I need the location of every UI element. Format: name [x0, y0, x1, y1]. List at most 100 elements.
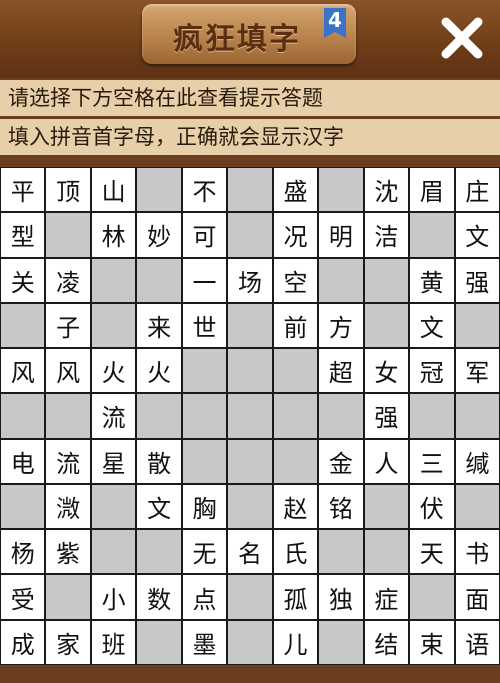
grid-cell[interactable]: 火 — [137, 349, 181, 393]
grid-cell[interactable]: 孤 — [273, 575, 318, 619]
grid-cell[interactable]: 世 — [182, 303, 227, 348]
grid-cell[interactable]: 数 — [137, 575, 181, 619]
grid-cell[interactable]: 凌 — [46, 258, 90, 302]
crossword-board: 平顶山不盛沈眉庄型林妙可况明洁文关凌一场空黄强子来世前方文风风火火超女冠军流强电… — [0, 167, 500, 665]
grid-cell[interactable]: 山 — [91, 168, 136, 212]
grid-cell[interactable]: 受 — [1, 575, 45, 619]
grid-cell[interactable]: 超 — [319, 349, 363, 393]
grid-cell[interactable]: 强 — [364, 394, 409, 438]
grid-cell[interactable]: 文 — [410, 303, 454, 348]
blocked-cell — [410, 575, 454, 619]
grid-cell[interactable]: 方 — [319, 303, 363, 348]
grid-cell[interactable]: 强 — [455, 258, 499, 302]
grid-cell[interactable]: 散 — [137, 439, 181, 483]
grid-cell[interactable]: 文 — [455, 213, 499, 257]
grid-cell[interactable]: 书 — [455, 530, 499, 574]
grid-cell[interactable]: 冠 — [410, 349, 454, 393]
blocked-cell — [410, 213, 454, 257]
grid-cell[interactable]: 星 — [91, 439, 136, 483]
blocked-cell — [228, 349, 272, 393]
close-button[interactable] — [438, 14, 486, 62]
grid-cell[interactable]: 胸 — [182, 484, 227, 529]
grid-cell[interactable]: 流 — [91, 394, 136, 438]
grid-cell[interactable]: 症 — [364, 575, 409, 619]
blocked-cell — [228, 439, 272, 483]
grid-cell[interactable]: 火 — [91, 349, 136, 393]
grid-cell[interactable]: 家 — [46, 620, 90, 664]
grid-cell[interactable]: 人 — [364, 439, 409, 483]
blocked-cell — [182, 349, 227, 393]
grid-cell[interactable]: 前 — [273, 303, 318, 348]
blocked-cell — [273, 349, 318, 393]
blocked-cell — [137, 530, 181, 574]
grid-cell[interactable]: 明 — [319, 213, 363, 257]
grid-cell[interactable]: 氏 — [273, 530, 318, 574]
grid-cell[interactable]: 平 — [1, 168, 45, 212]
game-title: 疯狂填字 — [173, 22, 301, 57]
blocked-cell — [228, 303, 272, 348]
grid-cell[interactable]: 名 — [228, 530, 272, 574]
grid-cell[interactable]: 型 — [1, 213, 45, 257]
grid-cell[interactable]: 文 — [137, 484, 181, 529]
grid-cell[interactable]: 顶 — [46, 168, 90, 212]
blocked-cell — [364, 530, 409, 574]
blocked-cell — [364, 484, 409, 529]
grid-cell[interactable]: 天 — [410, 530, 454, 574]
grid-cell[interactable]: 流 — [46, 439, 90, 483]
grid-cell[interactable]: 沈 — [364, 168, 409, 212]
blocked-cell — [364, 303, 409, 348]
grid-cell[interactable]: 况 — [273, 213, 318, 257]
grid-cell[interactable]: 杨 — [1, 530, 45, 574]
grid-cell[interactable]: 无 — [182, 530, 227, 574]
grid-cell[interactable]: 庄 — [455, 168, 499, 212]
grid-cell[interactable]: 风 — [1, 349, 45, 393]
header-bar: 疯狂填字 4 — [0, 0, 500, 78]
grid-cell[interactable]: 儿 — [273, 620, 318, 664]
grid-cell[interactable]: 关 — [1, 258, 45, 302]
grid-cell[interactable]: 场 — [228, 258, 272, 302]
grid-cell[interactable]: 空 — [273, 258, 318, 302]
grid-cell[interactable]: 子 — [46, 303, 90, 348]
grid-cell[interactable]: 成 — [1, 620, 45, 664]
grid-cell[interactable]: 独 — [319, 575, 363, 619]
grid-cell[interactable]: 风 — [46, 349, 90, 393]
blocked-cell — [228, 575, 272, 619]
blocked-cell — [46, 394, 90, 438]
grid-cell[interactable]: 墨 — [182, 620, 227, 664]
grid-cell[interactable]: 伏 — [410, 484, 454, 529]
title-plate: 疯狂填字 4 — [142, 4, 356, 64]
grid-cell[interactable]: 眉 — [410, 168, 454, 212]
grid-cell[interactable]: 不 — [182, 168, 227, 212]
grid-cell[interactable]: 小 — [91, 575, 136, 619]
grid-cell[interactable]: 溦 — [46, 484, 90, 529]
blocked-cell — [273, 439, 318, 483]
grid-cell[interactable]: 缄 — [455, 439, 499, 483]
blocked-cell — [137, 168, 181, 212]
grid-cell[interactable]: 金 — [319, 439, 363, 483]
grid-cell[interactable]: 束 — [410, 620, 454, 664]
grid-cell[interactable]: 一 — [182, 258, 227, 302]
version-badge: 4 — [324, 8, 346, 38]
grid-cell[interactable]: 妙 — [137, 213, 181, 257]
grid-cell[interactable]: 点 — [182, 575, 227, 619]
grid-cell[interactable]: 来 — [137, 303, 181, 348]
grid-cell[interactable]: 军 — [455, 349, 499, 393]
grid-cell[interactable]: 洁 — [364, 213, 409, 257]
grid-cell[interactable]: 班 — [91, 620, 136, 664]
grid-cell[interactable]: 结 — [364, 620, 409, 664]
grid-cell[interactable]: 赵 — [273, 484, 318, 529]
blocked-cell — [319, 530, 363, 574]
grid-cell[interactable]: 黄 — [410, 258, 454, 302]
grid-cell[interactable]: 盛 — [273, 168, 318, 212]
grid-cell[interactable]: 林 — [91, 213, 136, 257]
grid-cell[interactable]: 女 — [364, 349, 409, 393]
grid-cell[interactable]: 可 — [182, 213, 227, 257]
grid-cell[interactable]: 面 — [455, 575, 499, 619]
blocked-cell — [273, 394, 318, 438]
blocked-cell — [1, 303, 45, 348]
grid-cell[interactable]: 三 — [410, 439, 454, 483]
grid-cell[interactable]: 铭 — [319, 484, 363, 529]
grid-cell[interactable]: 语 — [455, 620, 499, 664]
grid-cell[interactable]: 紫 — [46, 530, 90, 574]
grid-cell[interactable]: 电 — [1, 439, 45, 483]
